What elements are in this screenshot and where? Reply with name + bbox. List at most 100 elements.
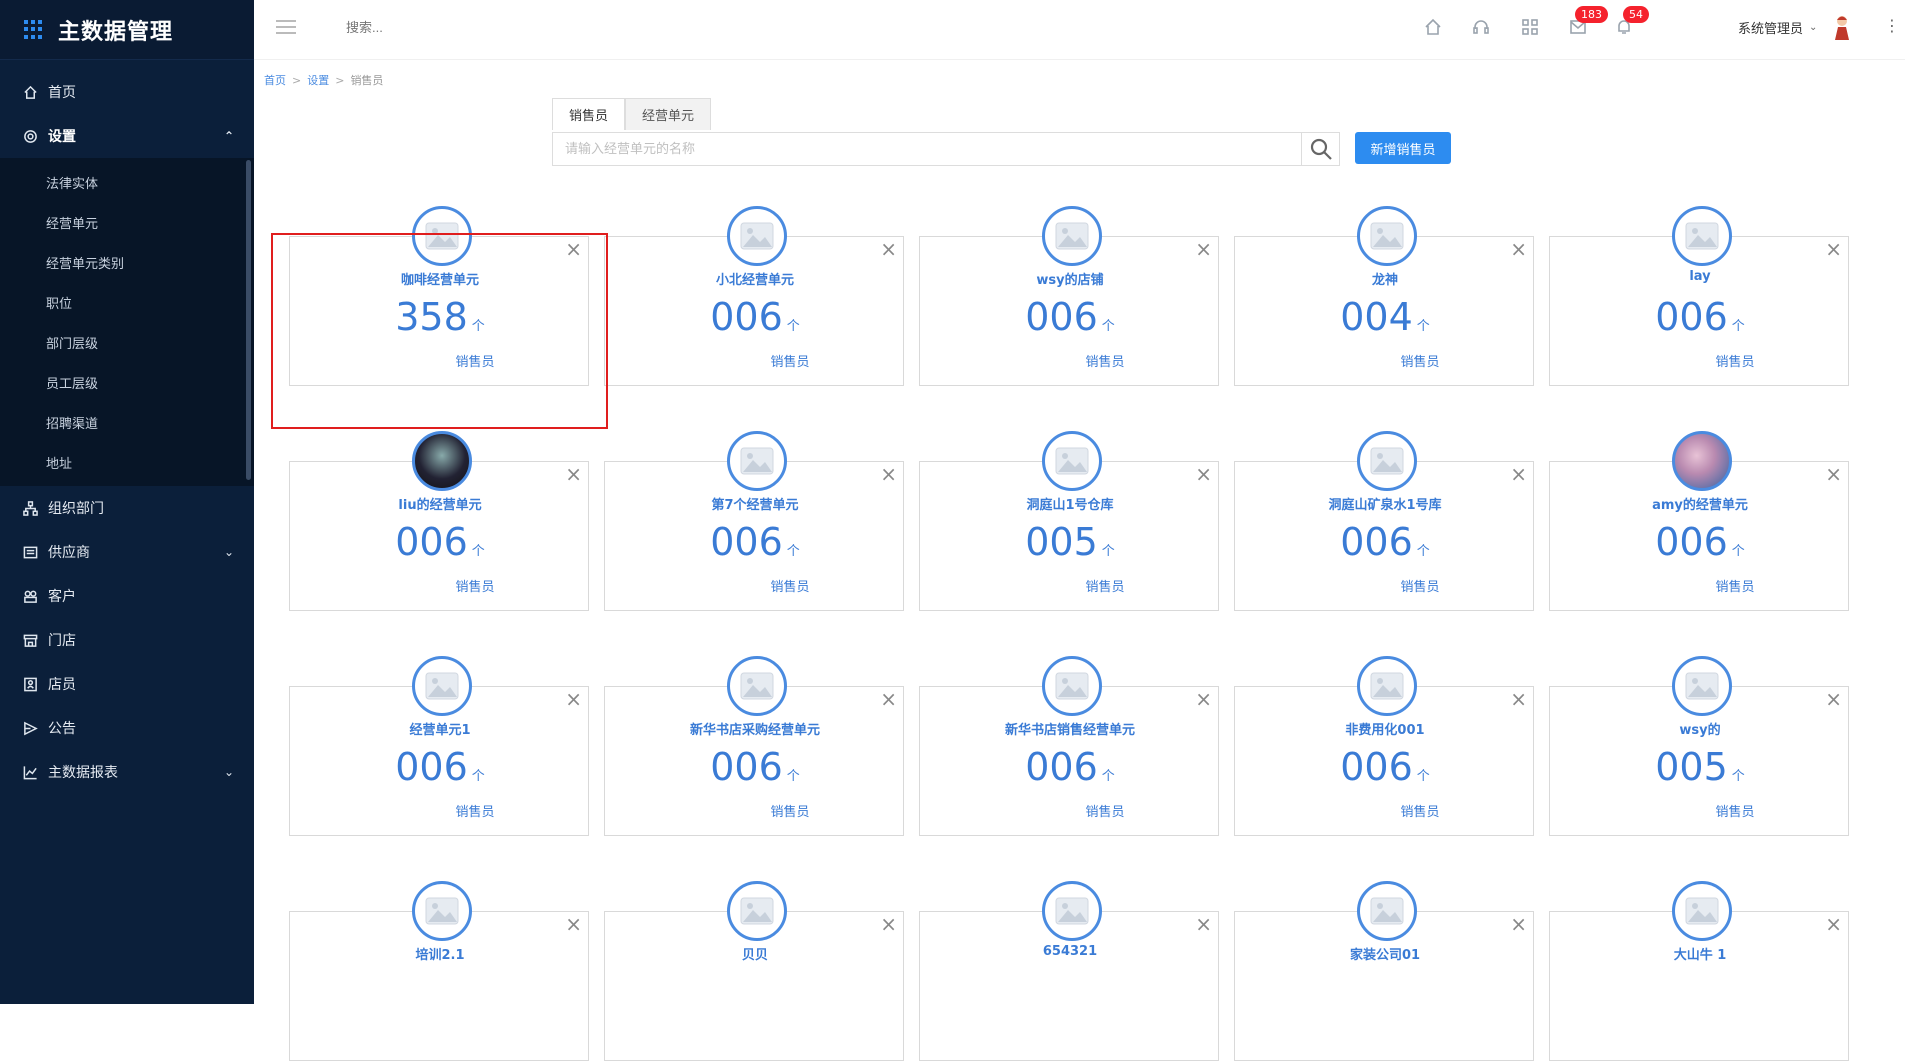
tab-salesperson[interactable]: 销售员	[552, 98, 626, 130]
menu-toggle-icon[interactable]	[276, 20, 296, 36]
submenu-item-employee-level[interactable]: 员工层级	[0, 362, 254, 402]
close-icon[interactable]: ×	[565, 689, 582, 709]
salesperson-label[interactable]: 销售员	[290, 576, 590, 595]
close-icon[interactable]: ×	[880, 239, 897, 259]
close-icon[interactable]: ×	[1825, 689, 1842, 709]
close-icon[interactable]: ×	[565, 464, 582, 484]
unit-card[interactable]: × wsy的 005 个销售员	[1549, 656, 1850, 836]
more-vertical-icon[interactable]: ⋮	[1884, 16, 1900, 35]
submenu-item-address[interactable]: 地址	[0, 442, 254, 482]
submenu-item-position[interactable]: 职位	[0, 282, 254, 322]
sidebar-item-staff[interactable]: 店员	[0, 662, 254, 706]
sidebar-item-store[interactable]: 门店	[0, 618, 254, 662]
close-icon[interactable]: ×	[1825, 914, 1842, 934]
close-icon[interactable]: ×	[1195, 464, 1212, 484]
submenu-item-business-unit-category[interactable]: 经营单元类别	[0, 242, 254, 282]
unit-card[interactable]: × 咖啡经营单元 358 个销售员	[289, 206, 590, 386]
submenu-item-legal-entity[interactable]: 法律实体	[0, 162, 254, 202]
message-icon[interactable]: 183	[1569, 6, 1608, 36]
close-icon[interactable]: ×	[1195, 239, 1212, 259]
close-icon[interactable]: ×	[1510, 689, 1527, 709]
unit-card[interactable]: × 经营单元1 006 个销售员	[289, 656, 590, 836]
salesperson-label[interactable]: 销售员	[1550, 576, 1850, 595]
close-icon[interactable]: ×	[880, 689, 897, 709]
salesperson-label[interactable]: 销售员	[605, 351, 905, 370]
sidebar-scrollbar[interactable]	[246, 160, 251, 480]
sidebar-item-customer[interactable]: 客户	[0, 574, 254, 618]
close-icon[interactable]: ×	[1510, 914, 1527, 934]
add-salesperson-button[interactable]: 新增销售员	[1355, 132, 1451, 164]
user-name: 系统管理员	[1738, 22, 1804, 37]
unit-card[interactable]: × 洞庭山矿泉水1号库 006 个销售员	[1234, 431, 1535, 611]
sidebar-item-supplier[interactable]: 供应商 ⌄	[0, 530, 254, 574]
user-menu[interactable]: 系统管理员 ⌄	[1738, 18, 1817, 37]
count-value: 006	[1655, 520, 1728, 564]
salesperson-label[interactable]: 销售员	[1550, 801, 1850, 820]
salesperson-label[interactable]: 销售员	[1235, 576, 1535, 595]
unit-card[interactable]: × 龙神 004 个销售员	[1234, 206, 1535, 386]
global-search-input[interactable]	[346, 20, 546, 35]
breadcrumb-home[interactable]: 首页	[264, 74, 286, 87]
salesperson-label[interactable]: 销售员	[290, 801, 590, 820]
brand: 主数据管理	[0, 0, 254, 60]
grid-apps-icon[interactable]	[1521, 18, 1539, 36]
unit-card[interactable]: × 洞庭山1号仓库 005 个销售员	[919, 431, 1220, 611]
headset-icon[interactable]	[1472, 18, 1490, 36]
unit-avatar	[1357, 656, 1417, 716]
unit-card[interactable]: × 第7个经营单元 006 个销售员	[604, 431, 905, 611]
salesperson-label[interactable]: 销售员	[920, 576, 1220, 595]
supplier-icon	[22, 544, 38, 560]
unit-card[interactable]: × lay 006 个销售员	[1549, 206, 1850, 386]
close-icon[interactable]: ×	[565, 914, 582, 934]
salesperson-label[interactable]: 销售员	[290, 351, 590, 370]
sidebar-item-org[interactable]: 组织部门	[0, 486, 254, 530]
unit-card[interactable]: × 贝贝	[604, 881, 904, 1061]
salesperson-label[interactable]: 销售员	[605, 801, 905, 820]
unit-card[interactable]: × 培训2.1	[289, 881, 589, 1061]
close-icon[interactable]: ×	[1825, 464, 1842, 484]
bell-icon[interactable]: 54	[1615, 6, 1649, 36]
close-icon[interactable]: ×	[1510, 464, 1527, 484]
app-title: 主数据管理	[58, 19, 174, 45]
unit-card[interactable]: × 654321	[919, 881, 1219, 1061]
close-icon[interactable]: ×	[1195, 914, 1212, 934]
close-icon[interactable]: ×	[1510, 239, 1527, 259]
unit-card[interactable]: × 新华书店销售经营单元 006 个销售员	[919, 656, 1220, 836]
close-icon[interactable]: ×	[880, 464, 897, 484]
close-icon[interactable]: ×	[1195, 689, 1212, 709]
unit-card[interactable]: × 大山牛 1	[1549, 881, 1849, 1061]
unit-card[interactable]: × 非费用化001 006 个销售员	[1234, 656, 1535, 836]
unit-search-input[interactable]	[553, 133, 1301, 165]
close-icon[interactable]: ×	[565, 239, 582, 259]
close-icon[interactable]: ×	[1825, 239, 1842, 259]
salesperson-label[interactable]: 销售员	[1235, 801, 1535, 820]
breadcrumb-settings[interactable]: 设置	[307, 74, 329, 87]
close-icon[interactable]: ×	[880, 914, 897, 934]
submenu-item-department-level[interactable]: 部门层级	[0, 322, 254, 362]
search-button[interactable]	[1301, 133, 1339, 165]
unit-card[interactable]: × 小北经营单元 006 个销售员	[604, 206, 905, 386]
salesperson-label[interactable]: 销售员	[920, 351, 1220, 370]
unit-card[interactable]: × wsy的店铺 006 个销售员	[919, 206, 1220, 386]
sidebar-item-settings[interactable]: 设置 ⌃	[0, 114, 254, 158]
submenu-item-business-unit[interactable]: 经营单元	[0, 202, 254, 242]
home-icon[interactable]	[1424, 18, 1442, 36]
sidebar-item-home[interactable]: 首页	[0, 70, 254, 114]
user-avatar[interactable]	[1830, 14, 1854, 40]
submenu-item-recruit-channel[interactable]: 招聘渠道	[0, 402, 254, 442]
salesperson-label[interactable]: 销售员	[1235, 351, 1535, 370]
unit-card[interactable]: × liu的经营单元 006 个销售员	[289, 431, 590, 611]
unit-avatar	[727, 656, 787, 716]
salesperson-label[interactable]: 销售员	[920, 801, 1220, 820]
unit-name: 经营单元1	[409, 723, 471, 738]
unit-card[interactable]: × amy的经营单元 006 个销售员	[1549, 431, 1850, 611]
image-placeholder-icon	[1370, 672, 1404, 700]
staff-icon	[22, 676, 38, 692]
salesperson-label[interactable]: 销售员	[1550, 351, 1850, 370]
sidebar-item-report[interactable]: 主数据报表 ⌄	[0, 750, 254, 794]
unit-card[interactable]: × 新华书店采购经营单元 006 个销售员	[604, 656, 905, 836]
unit-card[interactable]: × 家装公司01	[1234, 881, 1534, 1061]
salesperson-label[interactable]: 销售员	[605, 576, 905, 595]
sidebar-item-notice[interactable]: 公告	[0, 706, 254, 750]
tab-business-unit[interactable]: 经营单元	[625, 98, 712, 130]
